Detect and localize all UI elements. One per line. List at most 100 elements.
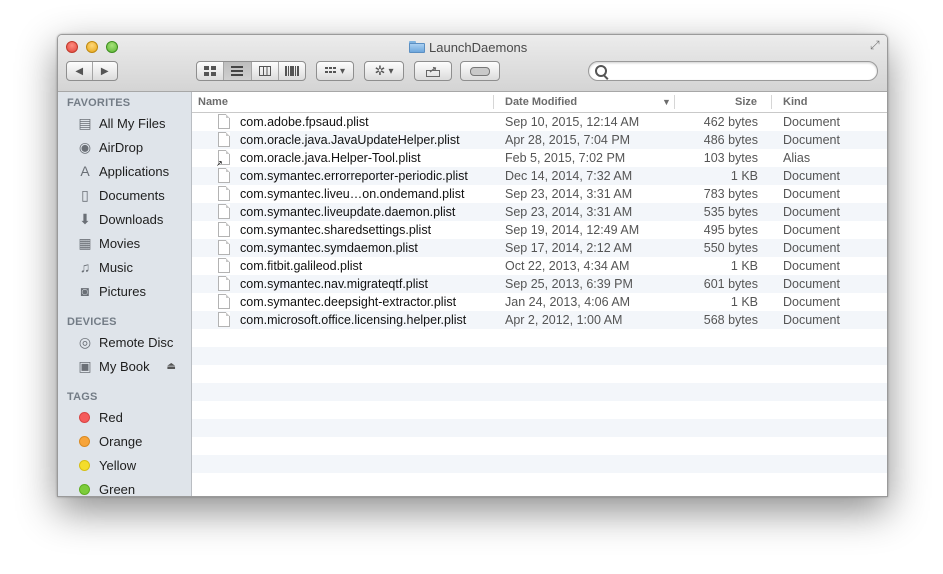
arrange-icon bbox=[324, 66, 336, 73]
column-divider[interactable] bbox=[674, 95, 675, 109]
file-row[interactable]: ↗ com.oracle.java.Helper-Tool.plist Feb 5,… bbox=[192, 149, 887, 168]
file-row[interactable]: com.symantec.errorreporter-periodic.plis… bbox=[192, 167, 887, 185]
file-date: Sep 23, 2014, 3:31 AM bbox=[505, 187, 633, 201]
sidebar-tag-orange[interactable]: Orange bbox=[76, 430, 188, 452]
sidebar-item-documents[interactable]: ▯ Documents bbox=[76, 184, 188, 206]
sidebar-item-label: Yellow bbox=[99, 457, 137, 473]
document-icon bbox=[218, 204, 230, 219]
sidebar-item-label: Orange bbox=[99, 433, 143, 449]
sidebar-item-label: Music bbox=[99, 259, 133, 275]
file-list: Name Date Modified ▼ Size Kind com.adobe… bbox=[192, 92, 887, 496]
file-name: com.symantec.errorreporter-periodic.plis… bbox=[240, 169, 468, 183]
file-row[interactable]: com.symantec.deepsight-extractor.plist Ja… bbox=[192, 293, 887, 311]
file-size: 550 bytes bbox=[703, 241, 758, 255]
column-view-button[interactable] bbox=[252, 62, 279, 80]
sidebar-item-airdrop[interactable]: ◉ AirDrop bbox=[76, 136, 188, 158]
sidebar-item-remote-disc[interactable]: ◎ Remote Disc bbox=[76, 331, 188, 353]
column-header-size[interactable]: Size bbox=[735, 96, 757, 108]
arrange-button[interactable]: ▾ bbox=[316, 61, 354, 81]
file-date: Sep 23, 2014, 3:31 AM bbox=[505, 205, 633, 219]
file-name: com.symantec.nav.migrateqtf.plist bbox=[240, 277, 429, 291]
title-bar: LaunchDaemons ⤢ ◀ ▶ ▾ ✲ ▾ bbox=[58, 35, 887, 92]
close-button[interactable] bbox=[66, 41, 78, 53]
fullscreen-icon[interactable]: ⤢ bbox=[870, 39, 882, 51]
sidebar-item-all-my-files[interactable]: ▤ All My Files bbox=[76, 112, 188, 134]
search-field[interactable] bbox=[588, 61, 878, 81]
file-kind: Document bbox=[783, 115, 840, 129]
sidebar-tag-red[interactable]: Red bbox=[76, 406, 188, 428]
file-row[interactable]: com.oracle.java.JavaUpdateHelper.plist Ap… bbox=[192, 131, 887, 149]
file-date: Sep 25, 2013, 6:39 PM bbox=[505, 277, 633, 291]
sidebar-item-my-book[interactable]: ▣ My Book ⏏ bbox=[76, 355, 188, 377]
empty-row bbox=[192, 347, 887, 365]
green-tag-dot bbox=[79, 483, 90, 495]
document-icon bbox=[218, 222, 230, 237]
action-button[interactable]: ✲ ▾ bbox=[364, 61, 404, 81]
minimize-button[interactable] bbox=[86, 41, 98, 53]
sidebar-item-label: Movies bbox=[99, 235, 141, 251]
file-kind: Document bbox=[783, 187, 840, 201]
column-header-kind[interactable]: Kind bbox=[783, 96, 807, 108]
file-kind: Document bbox=[783, 169, 840, 183]
sidebar-item-label: Red bbox=[99, 409, 123, 425]
back-button[interactable]: ◀ bbox=[67, 62, 93, 80]
empty-row bbox=[192, 437, 887, 455]
column-view-icon bbox=[258, 66, 271, 76]
documents-icon: ▯ bbox=[81, 186, 89, 203]
empty-row bbox=[192, 401, 887, 419]
coverflow-view-button[interactable] bbox=[279, 62, 305, 80]
sidebar-item-pictures[interactable]: ◙ Pictures bbox=[76, 280, 188, 302]
file-size: 462 bytes bbox=[703, 115, 758, 129]
document-icon bbox=[218, 240, 230, 255]
file-row[interactable]: com.adobe.fpsaud.plist Sep 10, 2015, 12:1… bbox=[192, 113, 887, 131]
file-row[interactable]: com.symantec.symdaemon.plist Sep 17, 2014… bbox=[192, 239, 887, 257]
sidebar-item-music[interactable]: ♫ Music bbox=[76, 256, 188, 278]
column-divider[interactable] bbox=[493, 95, 494, 109]
sidebar-tag-green[interactable]: Green bbox=[76, 478, 188, 496]
sidebar: FAVORITES ▤ All My Files ◉ AirDrop A App… bbox=[58, 92, 192, 496]
icon-view-button[interactable] bbox=[197, 62, 225, 80]
empty-row bbox=[192, 419, 887, 437]
file-row[interactable]: com.microsoft.office.licensing.helper.pl… bbox=[192, 311, 887, 329]
sidebar-item-label: Green bbox=[99, 481, 136, 497]
search-icon bbox=[595, 65, 607, 77]
file-kind: Document bbox=[783, 313, 840, 327]
zoom-button[interactable] bbox=[106, 41, 118, 53]
file-kind: Document bbox=[783, 241, 840, 255]
file-row[interactable]: com.fitbit.galileod.plist Oct 22, 2013, 4… bbox=[192, 257, 887, 275]
sidebar-item-label: All My Files bbox=[99, 115, 166, 131]
forward-button[interactable]: ▶ bbox=[93, 62, 118, 80]
column-header-date[interactable]: Date Modified bbox=[505, 96, 577, 108]
list-view-button[interactable] bbox=[224, 62, 252, 80]
tags-button[interactable] bbox=[460, 61, 500, 81]
document-icon bbox=[218, 114, 230, 129]
file-size: 1 KB bbox=[730, 259, 758, 273]
file-row[interactable]: com.symantec.sharedsettings.plist Sep 19,… bbox=[192, 221, 887, 239]
window-title: LaunchDaemons bbox=[409, 39, 527, 55]
empty-row bbox=[192, 365, 887, 383]
file-size: 783 bytes bbox=[703, 187, 758, 201]
file-row[interactable]: com.symantec.liveu…on.ondemand.plist Sep … bbox=[192, 185, 887, 203]
file-row[interactable]: com.symantec.liveupdate.daemon.plist Sep … bbox=[192, 203, 887, 221]
gear-icon: ✲ bbox=[374, 63, 386, 78]
file-name: com.symantec.symdaemon.plist bbox=[240, 241, 418, 255]
file-kind: Document bbox=[783, 133, 840, 147]
sidebar-item-movies[interactable]: ▦ Movies bbox=[76, 232, 188, 254]
share-button[interactable] bbox=[414, 61, 452, 81]
file-kind: Document bbox=[783, 259, 840, 273]
column-header-name[interactable]: Name bbox=[198, 96, 228, 108]
sidebar-item-applications[interactable]: A Applications bbox=[76, 160, 188, 182]
file-name: com.symantec.sharedsettings.plist bbox=[240, 223, 432, 237]
sidebar-tag-yellow[interactable]: Yellow bbox=[76, 454, 188, 476]
sidebar-item-downloads[interactable]: ⬇ Downloads bbox=[76, 208, 188, 230]
eject-icon[interactable]: ⏏ bbox=[167, 361, 176, 372]
all-files-icon: ▤ bbox=[78, 114, 92, 131]
file-row[interactable]: com.symantec.nav.migrateqtf.plist Sep 25,… bbox=[192, 275, 887, 293]
search-input[interactable] bbox=[611, 64, 865, 80]
column-divider[interactable] bbox=[771, 95, 772, 109]
file-date: Sep 19, 2014, 12:49 AM bbox=[505, 223, 640, 237]
file-size: 495 bytes bbox=[703, 223, 758, 237]
icon-view-icon bbox=[204, 66, 217, 76]
column-header-row: Name Date Modified ▼ Size Kind bbox=[192, 92, 887, 113]
file-name: com.fitbit.galileod.plist bbox=[240, 259, 363, 273]
